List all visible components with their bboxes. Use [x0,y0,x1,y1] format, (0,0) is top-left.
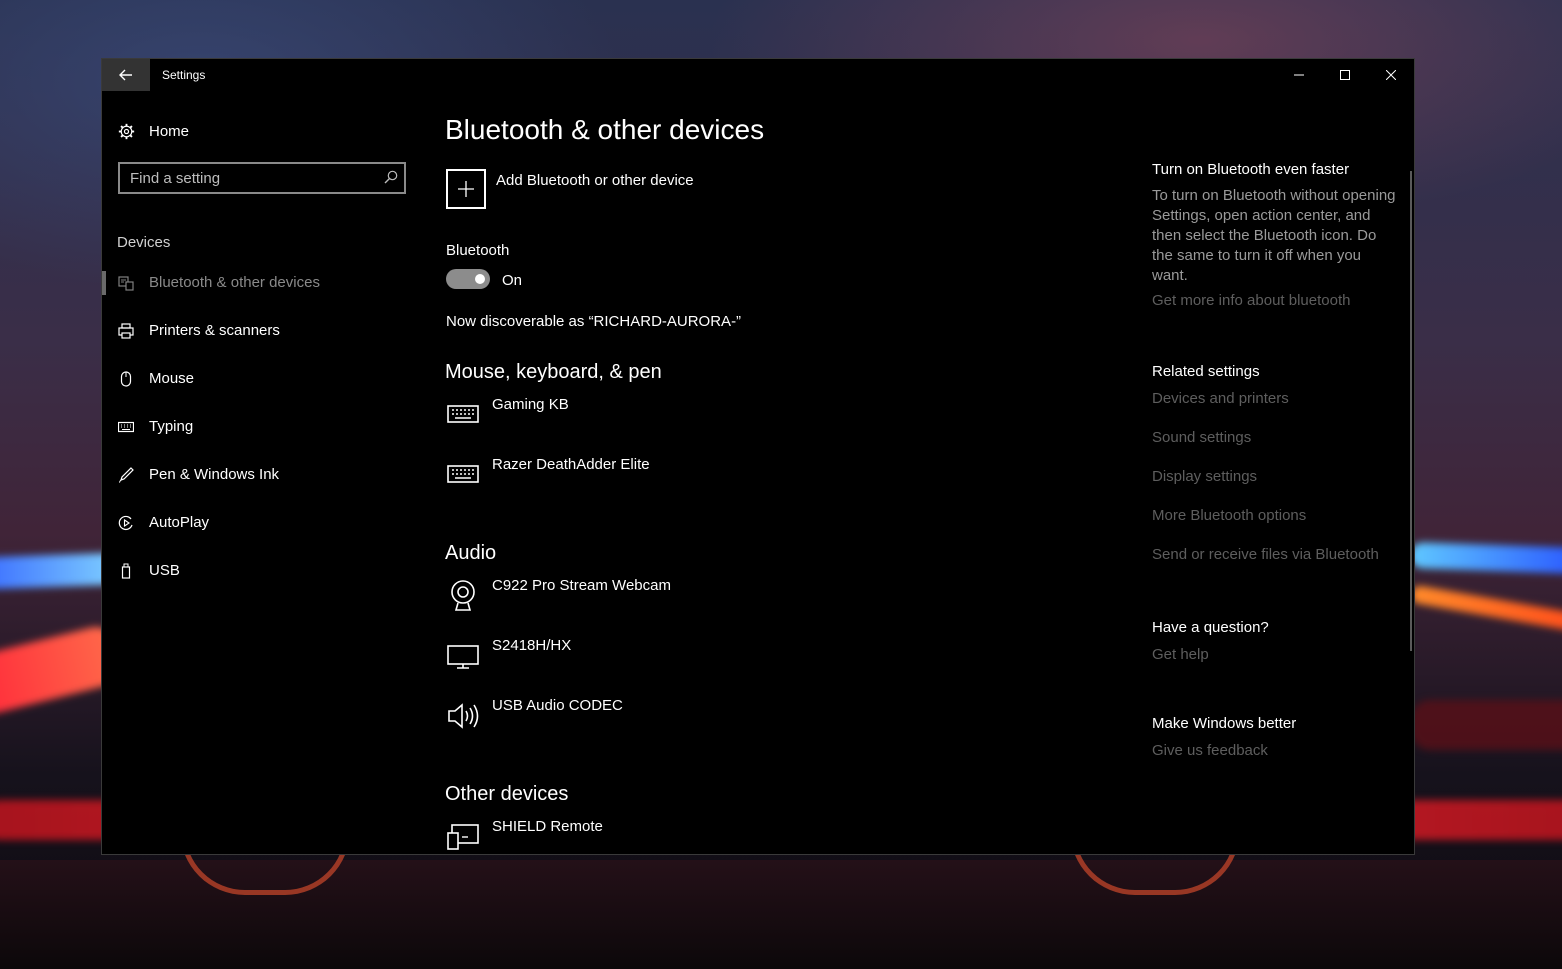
keyboard-icon [447,465,479,483]
help-panel: Have a question? Get help [1152,619,1397,663]
sidebar-item-autoplay[interactable]: AutoPlay [102,505,422,541]
sidebar-item-pen[interactable]: Pen & Windows Ink [102,457,422,493]
minimize-icon [1294,74,1304,76]
light-streak [1409,542,1562,574]
device-item[interactable]: Gaming KB [446,396,846,437]
page-title: Bluetooth & other devices [445,114,765,145]
nav-group-label: Devices [117,234,171,251]
search-input[interactable]: Find a setting [130,170,220,187]
plus-icon [458,181,474,197]
usb-icon [121,563,131,579]
question-heading: Have a question? [1152,619,1269,636]
device-name: C922 Pro Stream Webcam [492,577,671,594]
search-icon[interactable] [384,170,398,184]
back-button[interactable] [102,59,150,91]
device-item[interactable]: Razer DeathAdder Elite [446,456,846,497]
related-settings-panel: Related settings Devices and printers So… [1152,363,1397,563]
sidebar-item-printers[interactable]: Printers & scanners [102,313,422,349]
nav-home[interactable]: Home [118,121,189,141]
selection-indicator [102,271,106,295]
device-name: Gaming KB [492,396,569,413]
sidebar-item-usb[interactable]: USB [102,553,422,589]
sidebar-item-label: Pen & Windows Ink [149,466,280,483]
light-streak [1409,584,1562,634]
related-settings-heading: Related settings [1152,363,1260,380]
sidebar-item-label: AutoPlay [149,514,210,531]
autoplay-icon [118,515,133,531]
nav-home-label: Home [149,122,190,140]
keyboard-icon [447,405,479,423]
sidebar-item-label: Mouse [149,370,195,387]
related-link-devices-printers[interactable]: Devices and printers [1152,390,1397,407]
sidebar-item-label: Printers & scanners [149,322,280,339]
settings-window: Settings Home Find a setting Devices Blu… [101,58,1415,855]
related-link-bluetooth-options[interactable]: More Bluetooth options [1152,507,1397,524]
pen-icon [119,467,134,483]
add-device-label[interactable]: Add Bluetooth or other device [496,172,694,189]
scrollbar[interactable] [1410,171,1412,651]
bluetooth-label: Bluetooth [446,242,510,259]
speaker-icon [448,703,479,729]
title-bar: Settings [102,59,1414,91]
device-name: USB Audio CODEC [492,697,623,714]
bluetooth-info-link[interactable]: Get more info about bluetooth [1152,292,1397,309]
gear-icon [118,123,135,139]
device-item[interactable]: C922 Pro Stream Webcam [446,577,846,618]
add-device-button[interactable] [446,169,486,209]
sidebar-item-label: Typing [149,418,194,435]
device-item[interactable]: USB Audio CODEC [446,697,846,738]
light-streak [1410,700,1562,750]
tip-heading: Turn on Bluetooth even faster [1152,161,1350,178]
close-icon [1386,70,1396,80]
maximize-icon [1340,70,1350,80]
sidebar-item-label: Bluetooth & other devices [149,274,320,291]
bluetooth-toggle[interactable] [446,269,490,289]
sidebar-item-mouse[interactable]: Mouse [102,361,422,397]
generic-device-icon [447,824,479,850]
device-name: S2418H/HX [492,637,572,654]
device-item[interactable]: S2418H/HX [446,637,846,678]
tip-text: To turn on Bluetooth without opening Set… [1152,187,1396,284]
maximize-button[interactable] [1322,59,1368,91]
webcam-icon [451,580,475,611]
mouse-icon [120,371,132,387]
discoverable-status: Now discoverable as “RICHARD-AURORA-” [446,313,742,330]
section-heading: Other devices [445,783,569,805]
device-item[interactable]: SHIELD Remote [446,818,846,854]
section-heading: Audio [445,542,497,564]
monitor-icon [447,645,479,669]
sidebar-item-label: USB [149,562,180,579]
related-link-display[interactable]: Display settings [1152,468,1397,485]
keyboard-icon [118,421,134,433]
related-link-sound[interactable]: Sound settings [1152,429,1397,446]
printer-icon [118,323,134,339]
section-heading: Mouse, keyboard, & pen [445,361,662,383]
device-name: Razer DeathAdder Elite [492,456,650,473]
toggle-knob [475,274,485,284]
bluetooth-state: On [502,272,523,289]
feedback-panel: Make Windows better Give us feedback [1152,715,1397,759]
tip-panel: Turn on Bluetooth even faster To turn on… [1152,161,1397,309]
back-arrow-icon [119,69,132,81]
close-button[interactable] [1368,59,1414,91]
minimize-button[interactable] [1276,59,1322,91]
sidebar-item-typing[interactable]: Typing [102,409,422,445]
search-box[interactable]: Find a setting [118,162,406,194]
get-help-link[interactable]: Get help [1152,646,1397,663]
device-name: SHIELD Remote [492,818,603,835]
bluetooth-devices-icon [118,276,134,291]
related-link-send-receive[interactable]: Send or receive files via Bluetooth [1152,546,1397,563]
feedback-heading: Make Windows better [1152,715,1297,732]
window-title: Settings [162,68,206,82]
sidebar-item-bluetooth[interactable]: Bluetooth & other devices [102,265,422,301]
feedback-link[interactable]: Give us feedback [1152,742,1397,759]
